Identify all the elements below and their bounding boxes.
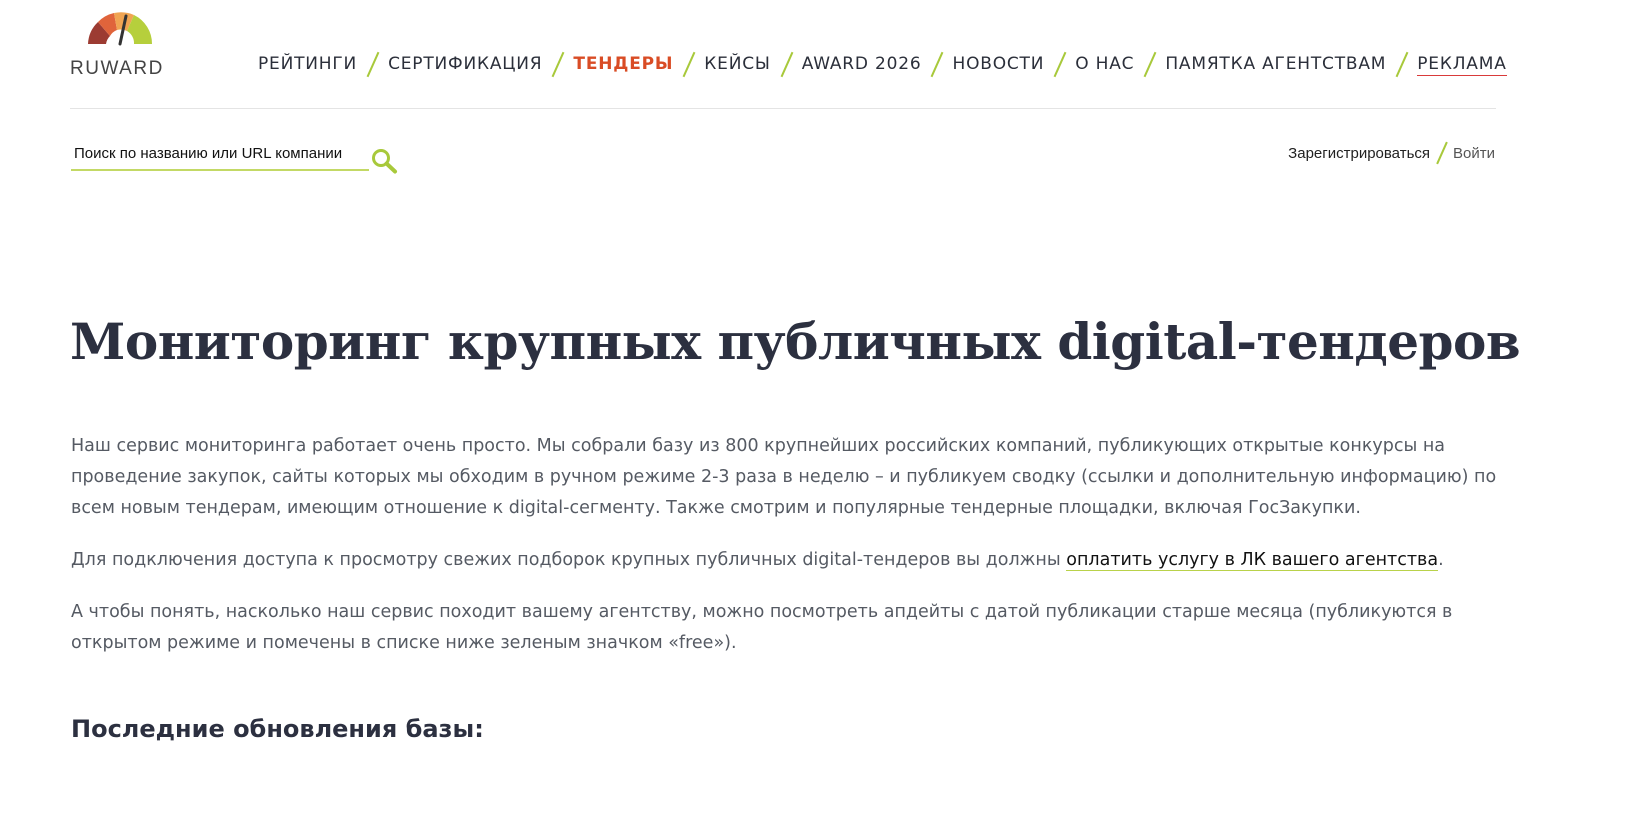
- access-text-end: .: [1438, 550, 1444, 570]
- nav-item-certification[interactable]: СЕРТИФИКАЦИЯ: [388, 52, 542, 76]
- nav-item-ratings[interactable]: РЕЙТИНГИ: [258, 52, 357, 76]
- ruward-logo[interactable]: RUWARD: [70, 10, 174, 79]
- auth-separator: [1436, 142, 1447, 164]
- access-paragraph: Для подключения доступа к просмотру свеж…: [71, 545, 1501, 576]
- search-input[interactable]: [74, 145, 364, 162]
- main-nav: РЕЙТИНГИ СЕРТИФИКАЦИЯ ТЕНДЕРЫ КЕЙСЫ AWAR…: [258, 52, 1507, 76]
- pay-service-link[interactable]: оплатить услугу в ЛК вашего агентства: [1066, 550, 1439, 571]
- nav-item-about[interactable]: О НАС: [1075, 52, 1134, 76]
- gauge-icon: [88, 12, 153, 46]
- register-link[interactable]: Зарегистрироваться: [1288, 145, 1430, 162]
- header-divider: [70, 108, 1496, 109]
- nav-item-agency-memo[interactable]: ПАМЯТКА АГЕНТСТВАМ: [1165, 52, 1386, 76]
- nav-item-award[interactable]: AWARD 2026: [802, 52, 922, 76]
- nav-separator: [931, 52, 942, 76]
- nav-separator: [683, 52, 694, 76]
- nav-separator: [781, 52, 792, 76]
- nav-separator: [1396, 52, 1407, 76]
- nav-separator: [1054, 52, 1065, 76]
- nav-item-tenders[interactable]: ТЕНДЕРЫ: [573, 52, 673, 76]
- page-title: Мониторинг крупных публичных digital-тен…: [70, 312, 1521, 371]
- logo-text: RUWARD: [70, 58, 164, 79]
- latest-updates-heading: Последние обновления базы:: [71, 715, 484, 743]
- nav-separator: [1144, 52, 1155, 76]
- page-content: Наш сервис мониторинга работает очень пр…: [71, 431, 1501, 680]
- nav-separator: [552, 52, 563, 76]
- nav-item-news[interactable]: НОВОСТИ: [952, 52, 1044, 76]
- login-link[interactable]: Войти: [1453, 145, 1495, 162]
- nav-item-advertising[interactable]: РЕКЛАМА: [1417, 53, 1507, 76]
- nav-separator: [367, 52, 378, 76]
- search-box: [71, 139, 369, 171]
- intro-paragraph: Наш сервис мониторинга работает очень пр…: [71, 436, 1497, 518]
- auth-links: Зарегистрироваться Войти: [1288, 142, 1495, 164]
- free-updates-paragraph: А чтобы понять, насколько наш сервис пох…: [71, 602, 1453, 653]
- search-icon[interactable]: [371, 148, 399, 174]
- nav-item-cases[interactable]: КЕЙСЫ: [704, 52, 770, 76]
- access-text: Для подключения доступа к просмотру свеж…: [71, 550, 1067, 570]
